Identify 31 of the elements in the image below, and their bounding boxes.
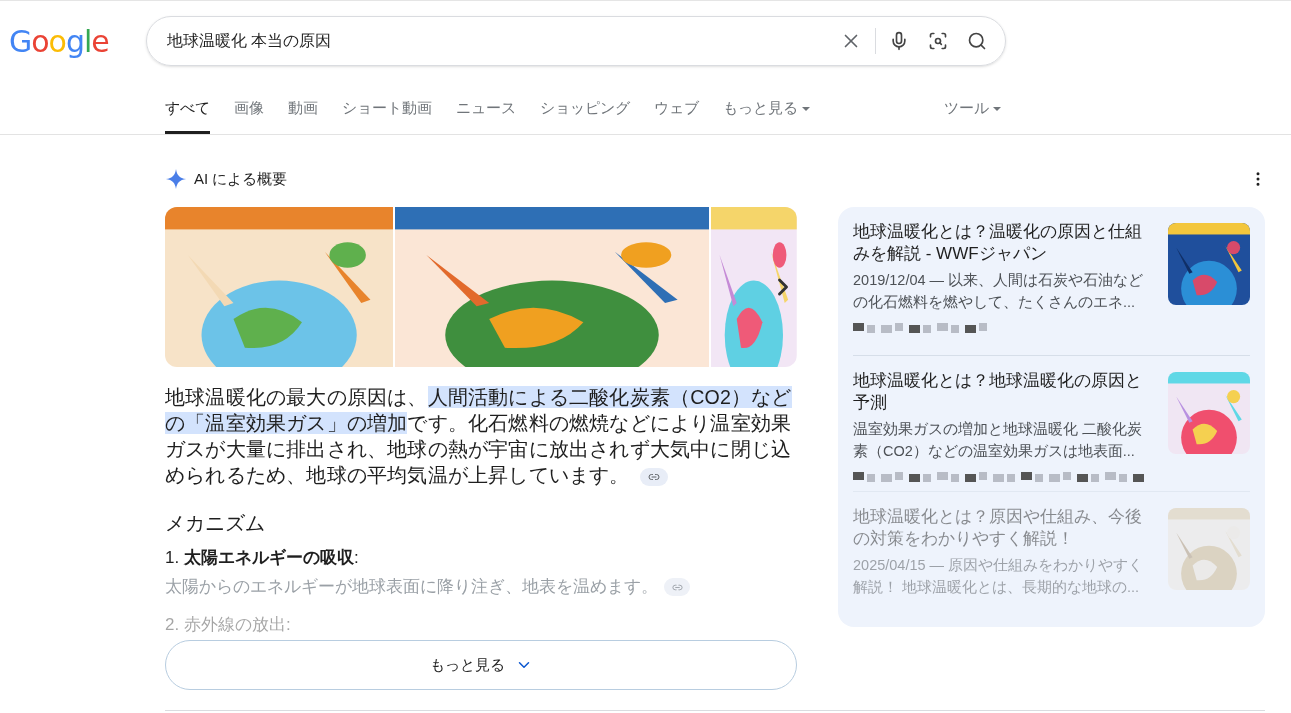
search-tab[interactable]: ニュース xyxy=(456,96,516,134)
search-field[interactable]: 地球温暖化 本当の原因 xyxy=(146,16,1006,66)
list-item-title: 2. 赤外線の放出: xyxy=(165,614,292,636)
source-snippet: 温室効果ガスの増加と地球温暖化 二酸化炭素（CO2）などの温室効果ガスは地表面... xyxy=(853,420,1144,462)
summary-paragraph: 地球温暖化の最大の原因は、人間活動による二酸化炭素（CO2）などの「温室効果ガス」の増加です。化石燃料の燃焼などにより温室効果ガスが大量に排出され、地球の熱が宇宙に放出されず大気中に閉じ込められるため、地球の平均気温が上昇しています。 xyxy=(165,385,793,488)
sparkle-icon xyxy=(165,168,187,190)
search-icon[interactable] xyxy=(967,31,987,51)
camera-icon[interactable] xyxy=(928,31,948,51)
source-title[interactable]: 地球温暖化とは？温暖化の原因と仕組みを解説 - WWFジャパン xyxy=(853,221,1154,265)
tools-button[interactable]: ツール xyxy=(944,96,1001,134)
search-tab[interactable]: すべて xyxy=(165,96,210,134)
source-title[interactable]: 地球温暖化とは？地球温暖化の原因と予測 xyxy=(853,370,1154,415)
source-snippet: 2025/04/15 — 原因や仕組みをわかりやすく解説！ 地球温暖化とは、長期的な地球の... xyxy=(853,556,1145,598)
search-query: 地球温暖化 本当の原因 xyxy=(167,31,333,51)
search-tab[interactable]: 画像 xyxy=(234,96,264,134)
link-button[interactable] xyxy=(639,467,668,486)
search-tab[interactable]: ウェブ xyxy=(654,96,699,134)
section-heading: メカニズム xyxy=(165,511,266,536)
search-tab[interactable]: ショッピング xyxy=(540,96,630,134)
list-item-text: 太陽からのエネルギーが地球表面に降り注ぎ、地表を温めます。 xyxy=(165,576,658,598)
show-more-button[interactable]: もっと見る xyxy=(165,640,797,690)
source-snippet: 2019/12/04 — 以来、人間は石炭や石油などの化石燃料を燃やして、たくさんのエネ... xyxy=(853,271,1145,312)
caret-icon xyxy=(802,106,810,111)
list-item-title: 1. 太陽エネルギーの吸収: xyxy=(165,547,360,569)
caret-icon xyxy=(993,106,1001,111)
google-logo[interactable]: Google xyxy=(9,18,121,64)
overview-title: AI による概要 xyxy=(194,168,288,189)
microphone-icon[interactable] xyxy=(889,31,909,51)
search-tab[interactable]: もっと見る xyxy=(723,96,810,134)
search-tab[interactable]: ショート動画 xyxy=(342,96,432,134)
search-tab[interactable]: 動画 xyxy=(288,96,318,134)
